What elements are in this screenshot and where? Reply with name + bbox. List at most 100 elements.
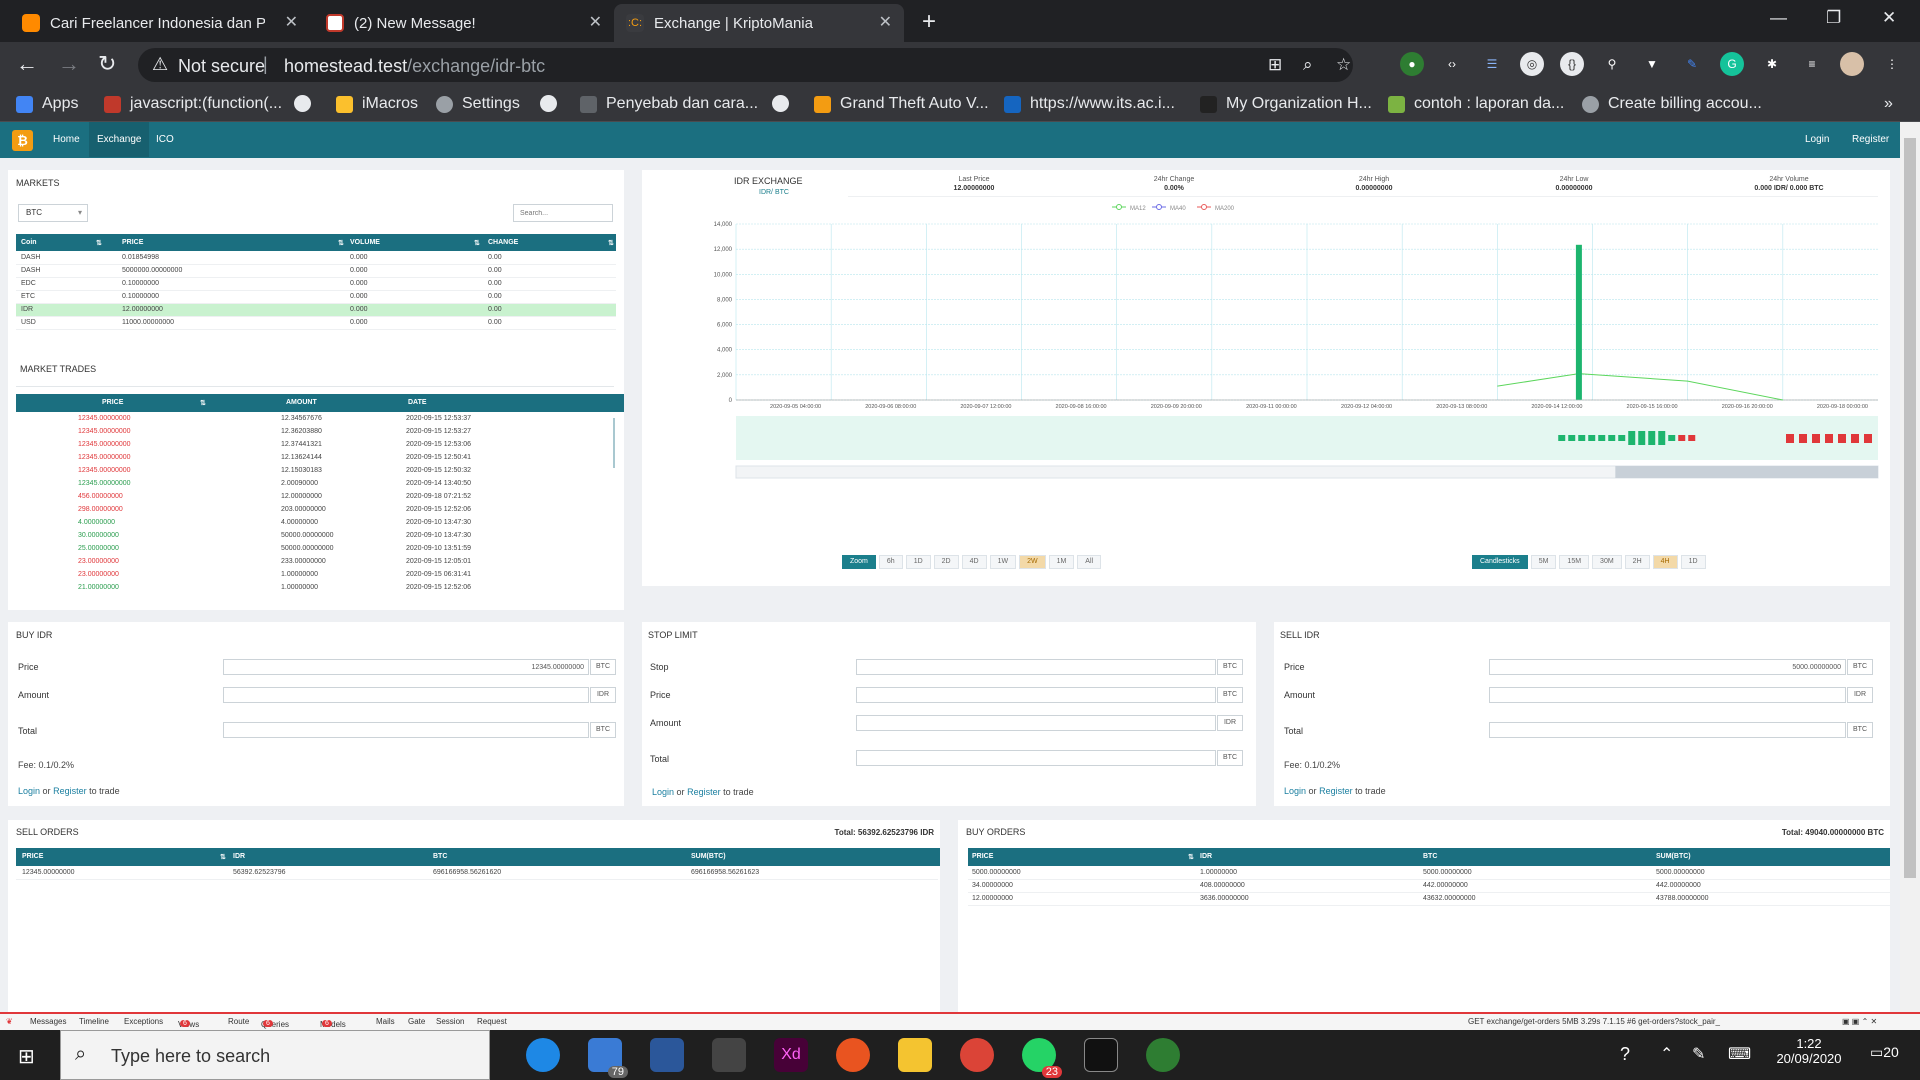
chart-range-button[interactable]: 2H (1624, 555, 1650, 569)
col-price[interactable]: PRICE (122, 239, 143, 246)
nav-exchange[interactable]: Exchange (89, 122, 150, 157)
keyboard-icon[interactable]: ⌨ (1728, 1044, 1751, 1064)
debug-exceptions[interactable]: Exceptions (124, 1017, 163, 1026)
clock[interactable]: 1:22 20/09/2020 (1774, 1036, 1844, 1066)
scrollbar-thumb[interactable] (1904, 138, 1916, 878)
new-tab-icon[interactable]: + (922, 8, 936, 36)
sort-icon[interactable]: ⇅ (474, 239, 480, 247)
market-row[interactable]: DASH 0.01854998 0.000 0.00 (16, 252, 616, 265)
media-icon[interactable]: ≡ (1800, 52, 1824, 76)
buy-amount-input[interactable] (223, 687, 589, 703)
help-icon[interactable]: ? (1620, 1044, 1630, 1065)
chart-range-button[interactable]: 2W (1019, 555, 1046, 569)
login-link[interactable]: Login (652, 787, 674, 797)
chart-range-button[interactable]: 6h (878, 555, 903, 569)
taskbar-search[interactable]: ⌕ Type here to search (60, 1030, 490, 1080)
market-row[interactable]: DASH 5000000.00000000 0.000 0.00 (16, 265, 616, 278)
close-tab-icon[interactable]: ✕ (589, 12, 602, 32)
debug-request-info[interactable]: GET exchange/get-orders 5MB 3.29s 7.1.15… (1468, 1017, 1720, 1026)
col-change[interactable]: CHANGE (488, 239, 518, 246)
devtools-icon[interactable]: ‹› (1440, 52, 1464, 76)
browser-tab-exchange[interactable]: :C: Exchange | KriptoMania ✕ (614, 4, 904, 42)
list-extension-icon[interactable]: ☰ (1480, 52, 1504, 76)
window-close-icon[interactable]: ✕ (1882, 8, 1896, 28)
buy-total-input[interactable] (223, 722, 589, 738)
col-price[interactable]: PRICE (102, 399, 123, 406)
chart-range-button[interactable]: All (1077, 555, 1102, 569)
register-link[interactable]: Register (53, 786, 87, 796)
laravel-logo-icon[interactable]: ❦ (6, 1017, 13, 1026)
chart-range-button[interactable]: 1M (1048, 555, 1075, 569)
bookmark-penyebab[interactable]: Penyebab dan cara... (580, 95, 758, 113)
debug-gate[interactable]: Gate (408, 1017, 425, 1026)
debug-timeline[interactable]: Timeline (79, 1017, 109, 1026)
zoom-icon[interactable]: ⌕ (1303, 55, 1313, 75)
market-search-input[interactable] (513, 204, 613, 222)
scrollbar[interactable] (613, 418, 615, 468)
bookmark-billing[interactable]: Create billing accou... (1582, 95, 1762, 113)
chevron-up-icon[interactable]: ⌃ (1660, 1044, 1673, 1064)
sort-icon[interactable]: ⇅ (338, 239, 344, 247)
debug-request[interactable]: Request (477, 1017, 507, 1026)
login-link[interactable]: Login (1284, 786, 1306, 796)
register-link[interactable]: Register (1319, 786, 1353, 796)
coin-select[interactable]: BTC ▾ (18, 204, 88, 222)
bookmark-globe[interactable] (294, 95, 320, 112)
stop-amount-input[interactable] (856, 715, 1216, 731)
bookmark-apps[interactable]: Apps (16, 95, 78, 113)
pen-icon[interactable]: ✎ (1692, 1044, 1705, 1064)
bookmark-settings[interactable]: Settings (436, 95, 520, 113)
bookmark-gta[interactable]: Grand Theft Auto V... (814, 95, 989, 113)
chart-range-button[interactable]: 1D (1680, 555, 1706, 569)
extension-icon[interactable]: ◎ (1520, 52, 1544, 76)
word-icon[interactable] (650, 1038, 684, 1072)
chart-range-button[interactable]: 15M (1559, 555, 1590, 569)
market-row[interactable]: ETC 0.10000000 0.000 0.00 (16, 291, 616, 304)
market-row[interactable]: IDR 12.00000000 0.000 0.00 (16, 304, 616, 317)
sell-amount-input[interactable] (1489, 687, 1846, 703)
chart-range-button[interactable]: 4D (961, 555, 987, 569)
order-row[interactable]: 5000.00000000 1.00000000 5000.00000000 5000… (968, 867, 1890, 880)
bookmark-imacros[interactable]: iMacros (336, 95, 418, 113)
debug-route[interactable]: Route (228, 1017, 249, 1026)
col-idr[interactable]: IDR (233, 853, 245, 860)
col-amount[interactable]: AMOUNT (286, 399, 317, 406)
order-row[interactable]: 12345.00000000 56392.62523796 696166958.56… (16, 867, 938, 880)
bookmark-its[interactable]: https://www.its.ac.i... (1004, 95, 1175, 113)
bookmark-contoh[interactable]: contoh : laporan da... (1388, 95, 1564, 113)
col-price[interactable]: PRICE (22, 853, 43, 860)
media-player-icon[interactable] (712, 1038, 746, 1072)
nav-ico[interactable]: ICO (156, 134, 174, 145)
address-bar[interactable]: ⚠ Not secure | homestead.test/exchange/i… (138, 48, 1353, 82)
pen-icon[interactable]: ✎ (1680, 52, 1704, 76)
grammarly-icon[interactable]: G (1720, 52, 1744, 76)
chart-range-button[interactable]: 30M (1592, 555, 1622, 569)
sort-icon[interactable]: ⇅ (96, 239, 102, 247)
browser-tab-message[interactable]: (2) New Message! ✕ (314, 4, 614, 42)
bookmark-javascript[interactable]: javascript:(function(... (104, 95, 282, 113)
col-price[interactable]: PRICE (972, 853, 993, 860)
browser-tab-freelancer[interactable]: Cari Freelancer Indonesia dan Pek ✕ (10, 4, 310, 42)
minimize-icon[interactable]: — (1770, 8, 1787, 28)
restore-icon[interactable]: ❐ (1826, 8, 1841, 28)
whatsapp-icon[interactable]: 23 (1022, 1038, 1062, 1078)
kriptomania-logo-icon[interactable]: ₿ (12, 130, 33, 151)
nav-login[interactable]: Login (1805, 134, 1829, 145)
price-chart[interactable]: MA12 MA40 MA200 0 2,000 4,000 6,000 8,000 10,000… (642, 200, 1890, 540)
chart-range-button[interactable]: 5M (1530, 555, 1557, 569)
market-row[interactable]: USD 11000.00000000 0.000 0.00 (16, 317, 616, 330)
close-tab-icon[interactable]: ✕ (285, 12, 298, 32)
chart-range-button[interactable]: 1W (989, 555, 1017, 569)
sell-price-input[interactable] (1489, 659, 1846, 675)
app-icon[interactable] (1146, 1038, 1180, 1072)
debug-folder-icon[interactable]: ▣ ▣ ⌃ ✕ (1842, 1017, 1877, 1026)
chart-range-button[interactable]: Zoom (842, 555, 876, 569)
reload-icon[interactable]: ↻ (98, 51, 116, 77)
login-link[interactable]: Login (18, 786, 40, 796)
vue-icon[interactable]: ▼ (1640, 52, 1664, 76)
nav-home[interactable]: Home (53, 134, 80, 145)
col-coin[interactable]: Coin (21, 239, 37, 246)
sort-icon[interactable]: ⇅ (608, 239, 614, 247)
chart-range-button[interactable]: Candlesticks (1472, 555, 1528, 569)
stop-price-input[interactable] (856, 687, 1216, 703)
